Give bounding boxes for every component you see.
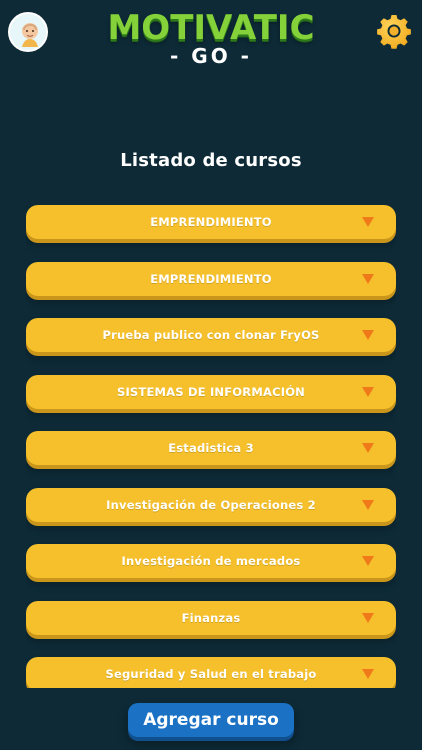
logo-tagline: - GO - bbox=[170, 44, 252, 68]
chevron-down-icon bbox=[362, 499, 374, 510]
chevron-down-icon bbox=[362, 669, 374, 679]
course-item[interactable]: Finanzas bbox=[26, 600, 396, 635]
header: MOTIVATIC - GO - bbox=[0, 0, 422, 84]
chevron-down-icon bbox=[362, 556, 374, 566]
page-title: Listado de cursos bbox=[120, 150, 302, 171]
course-item[interactable]: Investigación de Operaciones 2 bbox=[26, 487, 396, 522]
course-item[interactable]: Estadistica 3 bbox=[26, 431, 396, 465]
chevron-down-icon bbox=[362, 443, 374, 453]
course-item[interactable]: EMPRENDIMIENTO bbox=[26, 261, 396, 296]
app: MOTIVATIC - GO - Listado de cursos EMPRE… bbox=[0, 0, 422, 750]
course-item[interactable]: Prueba publico con clonar FryOS bbox=[26, 318, 396, 352]
gear-icon bbox=[377, 15, 411, 49]
course-label: Investigación de mercados bbox=[121, 554, 301, 568]
course-label: Seguridad y Salud en el trabajo bbox=[105, 667, 317, 681]
course-list: EMPRENDIMIENTO EMPRENDIMIENTO Prueba pub… bbox=[26, 205, 396, 688]
avatar-icon bbox=[10, 14, 46, 50]
course-item[interactable]: Investigación de mercados bbox=[26, 544, 396, 578]
course-label: EMPRENDIMIENTO bbox=[150, 271, 272, 286]
chevron-down-icon bbox=[362, 612, 374, 623]
course-label: Prueba publico con clonar FryOS bbox=[102, 328, 320, 342]
course-item[interactable]: Seguridad y Salud en el trabajo bbox=[26, 657, 396, 688]
add-course-button[interactable]: Agregar curso bbox=[128, 703, 294, 737]
course-label: EMPRENDIMIENTO bbox=[150, 215, 272, 229]
chevron-down-icon bbox=[362, 386, 374, 397]
course-label: Finanzas bbox=[181, 610, 241, 625]
logo-text: MOTIVATIC bbox=[107, 8, 315, 48]
course-label: SISTEMAS DE INFORMACIÓN bbox=[116, 384, 306, 399]
course-label: Estadistica 3 bbox=[168, 441, 254, 455]
chevron-down-icon bbox=[362, 273, 374, 284]
chevron-down-icon bbox=[362, 330, 374, 340]
course-label: Investigación de Operaciones 2 bbox=[106, 497, 316, 512]
chevron-down-icon bbox=[362, 217, 374, 227]
course-item[interactable]: EMPRENDIMIENTO bbox=[26, 205, 396, 239]
course-item[interactable]: SISTEMAS DE INFORMACIÓN bbox=[26, 374, 396, 409]
avatar[interactable] bbox=[8, 12, 48, 52]
settings-button[interactable] bbox=[376, 13, 412, 49]
